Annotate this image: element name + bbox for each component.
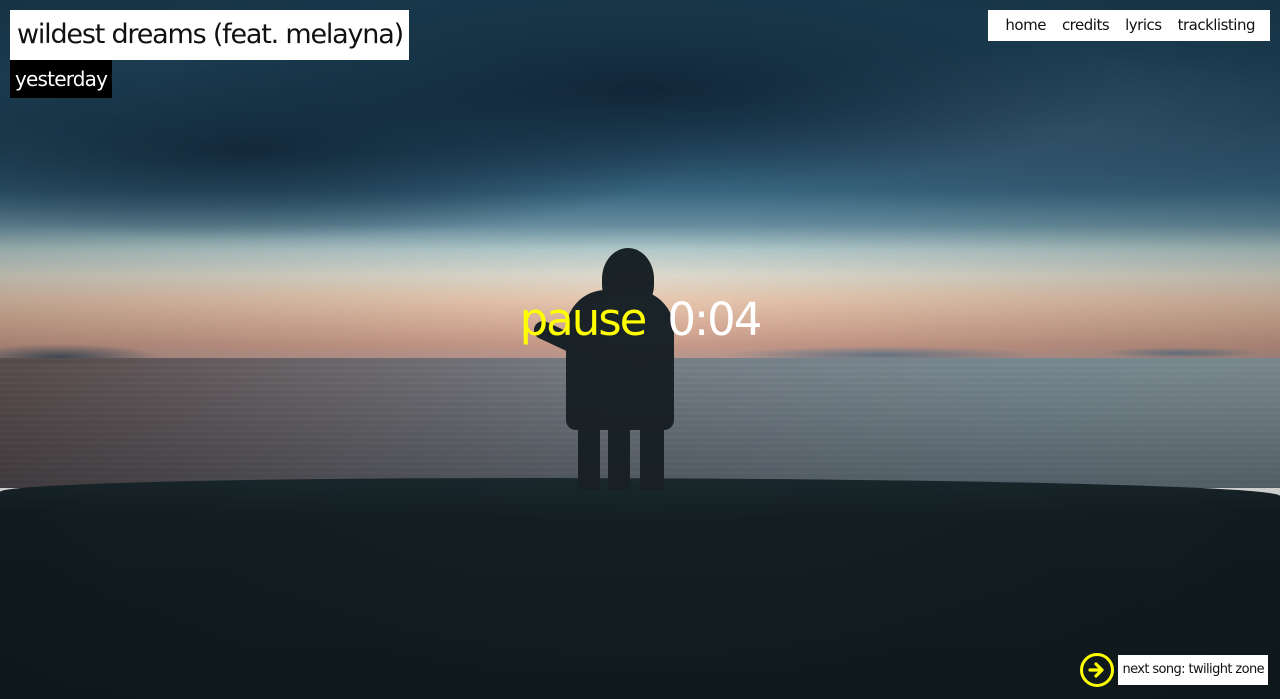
background-photo-silhouette-leg bbox=[640, 420, 664, 490]
next-song: next song: twilight zone bbox=[1080, 653, 1268, 687]
arrow-right-icon bbox=[1088, 662, 1105, 678]
nav-link-credits[interactable]: credits bbox=[1054, 10, 1117, 41]
background-photo-silhouette-leg bbox=[578, 420, 600, 490]
arrow-right-circle-icon[interactable] bbox=[1080, 653, 1115, 687]
page: wildest dreams (feat. melayna) yesterday… bbox=[0, 0, 1280, 699]
next-song-label[interactable]: next song: twilight zone bbox=[1118, 655, 1268, 685]
pause-button[interactable]: pause bbox=[520, 292, 648, 348]
player-controls: pause 0:04 bbox=[0, 292, 1280, 348]
album-name[interactable]: yesterday bbox=[10, 60, 113, 98]
song-title: wildest dreams (feat. melayna) bbox=[10, 10, 409, 60]
top-nav: home credits lyrics tracklisting bbox=[988, 10, 1270, 41]
nav-link-lyrics[interactable]: lyrics bbox=[1117, 10, 1169, 41]
nav-link-home[interactable]: home bbox=[997, 10, 1054, 41]
nav-link-tracklisting[interactable]: tracklisting bbox=[1170, 10, 1263, 41]
elapsed-time: 0:04 bbox=[667, 293, 762, 346]
background-photo-silhouette-leg bbox=[608, 420, 630, 490]
